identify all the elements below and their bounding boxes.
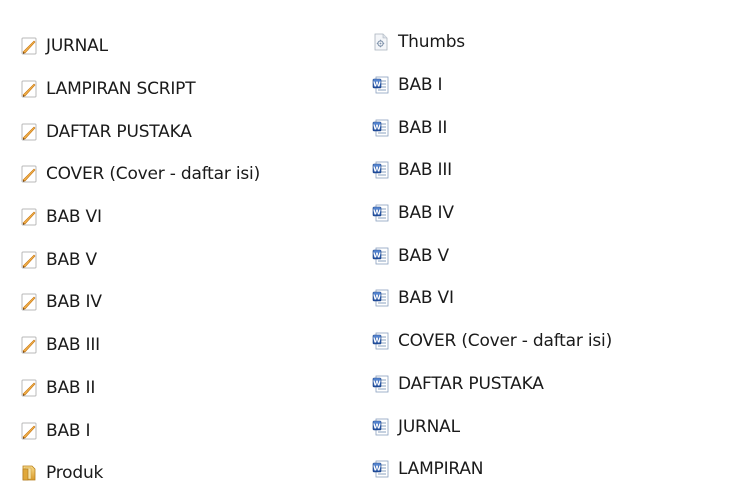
file-item-jurnal-doc[interactable]: W JURNAL xyxy=(372,405,612,448)
file-item-label: BAB V xyxy=(398,245,449,266)
file-item-cover-doc[interactable]: W COVER (Cover - daftar isi) xyxy=(372,320,612,363)
file-item-label: BAB VI xyxy=(46,207,102,228)
left-file-list: JURNAL LAMPIRAN SCRIPT DAFTAR PUSTAKA CO… xyxy=(20,25,260,495)
word-doc-icon: W xyxy=(372,460,390,478)
file-item-label: BAB III xyxy=(398,160,452,181)
file-item-label: BAB II xyxy=(46,377,96,398)
pdf-icon xyxy=(20,80,38,98)
svg-text:W: W xyxy=(373,294,381,302)
pdf-icon xyxy=(20,37,38,55)
file-item-label: DAFTAR PUSTAKA xyxy=(398,373,544,394)
pdf-icon xyxy=(20,336,38,354)
file-item-label: LAMPIRAN xyxy=(398,459,484,480)
file-item-bab-vi-doc[interactable]: W BAB VI xyxy=(372,277,612,320)
file-item-daftar-pustaka-pdf[interactable]: DAFTAR PUSTAKA xyxy=(20,110,260,153)
word-doc-icon: W xyxy=(372,332,390,350)
file-item-label: Thumbs xyxy=(398,32,465,53)
file-item-bab-ii-doc[interactable]: W BAB II xyxy=(372,106,612,149)
file-item-label: BAB IV xyxy=(46,292,102,313)
file-item-label: BAB VI xyxy=(398,288,454,309)
word-doc-icon: W xyxy=(372,375,390,393)
file-item-lampiran-script-pdf[interactable]: LAMPIRAN SCRIPT xyxy=(20,68,260,111)
word-doc-icon: W xyxy=(372,289,390,307)
file-item-label: JURNAL xyxy=(46,36,108,57)
svg-text:W: W xyxy=(373,166,381,174)
file-item-bab-iii-pdf[interactable]: BAB III xyxy=(20,324,260,367)
pdf-icon xyxy=(20,165,38,183)
file-item-label: BAB V xyxy=(46,249,97,270)
pdf-icon xyxy=(20,123,38,141)
file-item-label: BAB II xyxy=(398,117,448,138)
file-item-label: BAB III xyxy=(46,335,100,356)
word-doc-icon: W xyxy=(372,161,390,179)
file-item-cover-pdf[interactable]: COVER (Cover - daftar isi) xyxy=(20,153,260,196)
folder-item-produk[interactable]: Produk xyxy=(20,452,260,495)
pdf-icon xyxy=(20,208,38,226)
file-item-bab-i-pdf[interactable]: BAB I xyxy=(20,409,260,452)
word-doc-icon: W xyxy=(372,119,390,137)
file-item-label: Produk xyxy=(46,463,104,484)
word-doc-icon: W xyxy=(372,418,390,436)
file-item-label: DAFTAR PUSTAKA xyxy=(46,121,192,142)
file-item-thumbs[interactable]: Thumbs xyxy=(372,21,612,64)
file-item-lampiran-doc[interactable]: W LAMPIRAN xyxy=(372,448,612,491)
file-item-bab-iii-doc[interactable]: W BAB III xyxy=(372,149,612,192)
file-item-bab-ii-pdf[interactable]: BAB II xyxy=(20,367,260,410)
file-item-label: BAB IV xyxy=(398,203,454,224)
pdf-icon xyxy=(20,251,38,269)
word-doc-icon: W xyxy=(372,247,390,265)
svg-text:W: W xyxy=(373,337,381,345)
file-item-label: COVER (Cover - daftar isi) xyxy=(46,164,260,185)
svg-text:W: W xyxy=(373,422,381,430)
word-doc-icon: W xyxy=(372,76,390,94)
pdf-icon xyxy=(20,293,38,311)
right-file-list: Thumbs W BAB I W BAB II W BAB III W BAB … xyxy=(372,21,612,491)
file-item-label: COVER (Cover - daftar isi) xyxy=(398,331,612,352)
file-item-label: LAMPIRAN SCRIPT xyxy=(46,79,196,100)
file-item-label: JURNAL xyxy=(398,416,460,437)
folder-icon xyxy=(20,464,38,482)
svg-text:W: W xyxy=(373,80,381,88)
pdf-icon xyxy=(20,422,38,440)
svg-text:W: W xyxy=(373,379,381,387)
system-file-icon xyxy=(372,33,390,51)
file-item-label: BAB I xyxy=(398,75,443,96)
svg-text:W: W xyxy=(373,208,381,216)
svg-text:W: W xyxy=(373,123,381,131)
file-item-jurnal-pdf[interactable]: JURNAL xyxy=(20,25,260,68)
file-item-bab-vi-pdf[interactable]: BAB VI xyxy=(20,196,260,239)
svg-text:W: W xyxy=(373,465,381,473)
svg-text:W: W xyxy=(373,251,381,259)
file-item-bab-i-doc[interactable]: W BAB I xyxy=(372,64,612,107)
file-item-daftar-pustaka-doc[interactable]: W DAFTAR PUSTAKA xyxy=(372,363,612,406)
file-item-bab-v-doc[interactable]: W BAB V xyxy=(372,234,612,277)
pdf-icon xyxy=(20,379,38,397)
file-item-bab-iv-doc[interactable]: W BAB IV xyxy=(372,192,612,235)
file-item-bab-v-pdf[interactable]: BAB V xyxy=(20,238,260,281)
file-item-label: BAB I xyxy=(46,420,91,441)
file-item-bab-iv-pdf[interactable]: BAB IV xyxy=(20,281,260,324)
word-doc-icon: W xyxy=(372,204,390,222)
